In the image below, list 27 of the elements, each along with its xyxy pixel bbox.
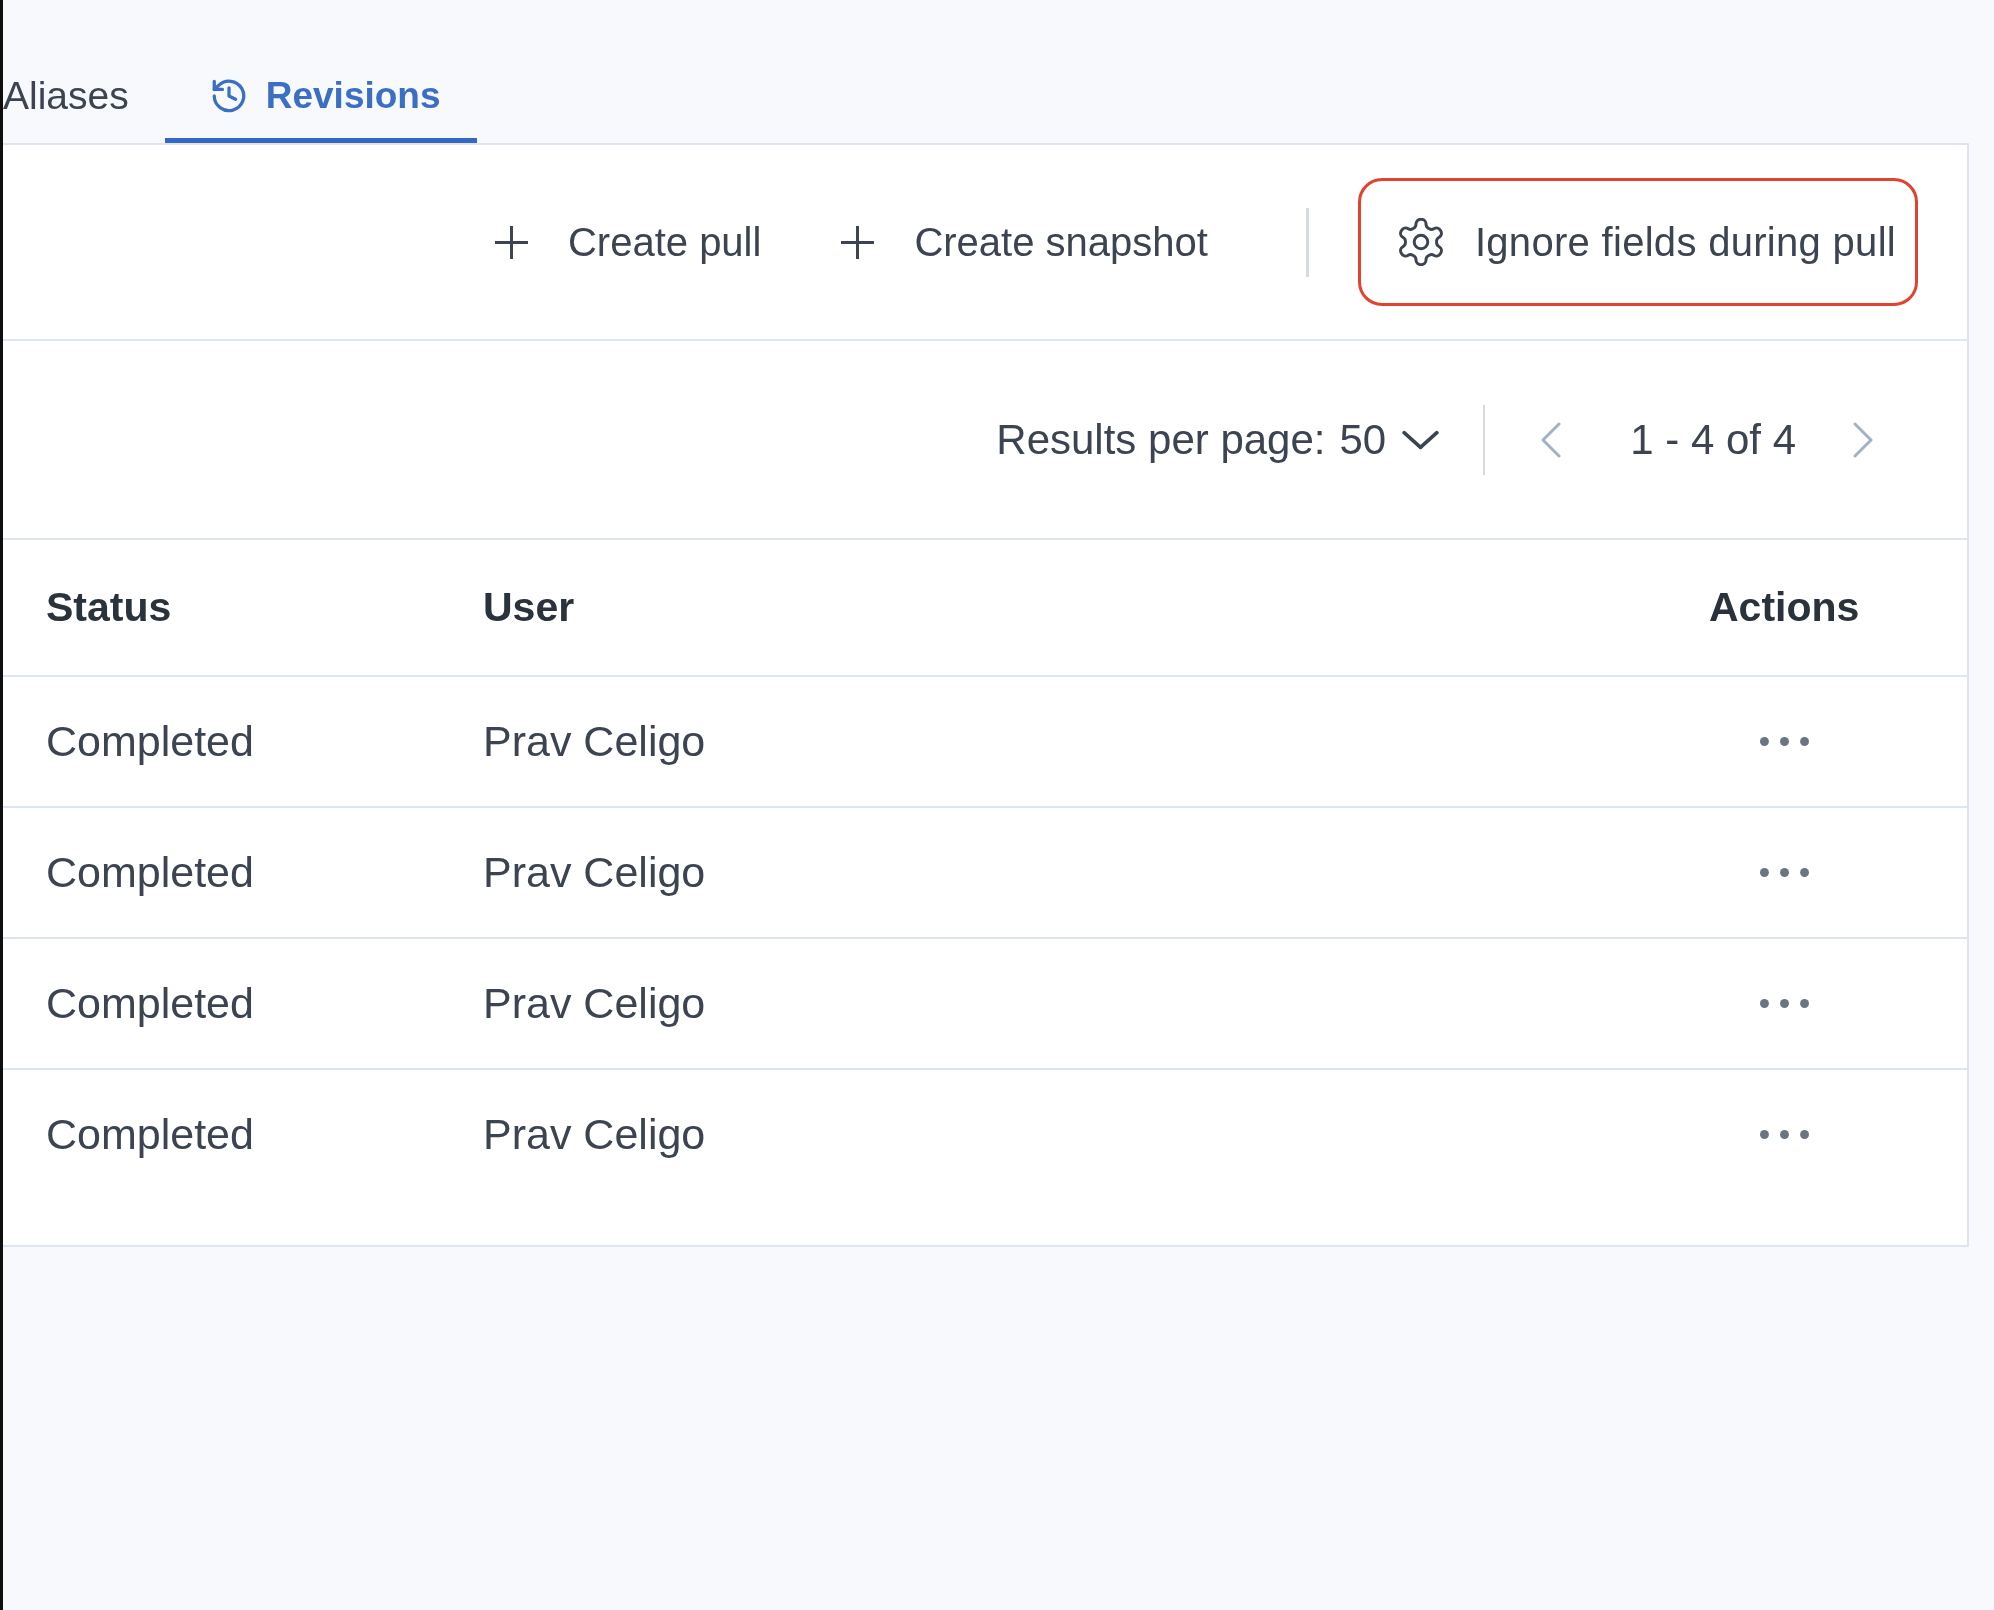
create-button[interactable]: Create snapshot bbox=[841, 219, 1208, 265]
plus-icon bbox=[494, 225, 528, 259]
more-icon[interactable] bbox=[1759, 868, 1809, 877]
more-icon[interactable] bbox=[1759, 999, 1809, 1008]
more-icon[interactable] bbox=[1759, 1130, 1809, 1139]
page-range-text: 1 - 4 of 4 bbox=[1630, 415, 1796, 464]
column-header: Status bbox=[46, 584, 172, 631]
status-cell: Completed bbox=[46, 1110, 254, 1159]
ignore-fields-button[interactable]: Ignore fields during pull bbox=[1357, 178, 1918, 306]
user-cell: Prav Celigo bbox=[483, 848, 706, 897]
column-header: User bbox=[483, 584, 575, 631]
status-cell: Completed bbox=[46, 848, 254, 897]
chevron-down-icon bbox=[1402, 429, 1440, 450]
create-button[interactable]: Create pull bbox=[494, 219, 762, 265]
status-cell: Completed bbox=[46, 717, 254, 766]
user-cell: Prav Celigo bbox=[483, 979, 706, 1028]
user-cell: Prav Celigo bbox=[483, 717, 706, 766]
history-icon bbox=[210, 78, 247, 114]
plus-icon bbox=[841, 225, 875, 259]
more-icon[interactable] bbox=[1759, 737, 1809, 746]
settings-icon bbox=[1396, 218, 1445, 266]
column-header: Actions bbox=[1709, 584, 1860, 631]
page-size-dropdown[interactable]: 50 bbox=[1339, 415, 1440, 464]
user-cell: Prav Celigo bbox=[483, 1110, 706, 1159]
status-cell: Completed bbox=[46, 979, 254, 1028]
results-per-page-label: Results per page: bbox=[996, 415, 1326, 464]
tab[interactable]: Aliases bbox=[3, 49, 165, 143]
